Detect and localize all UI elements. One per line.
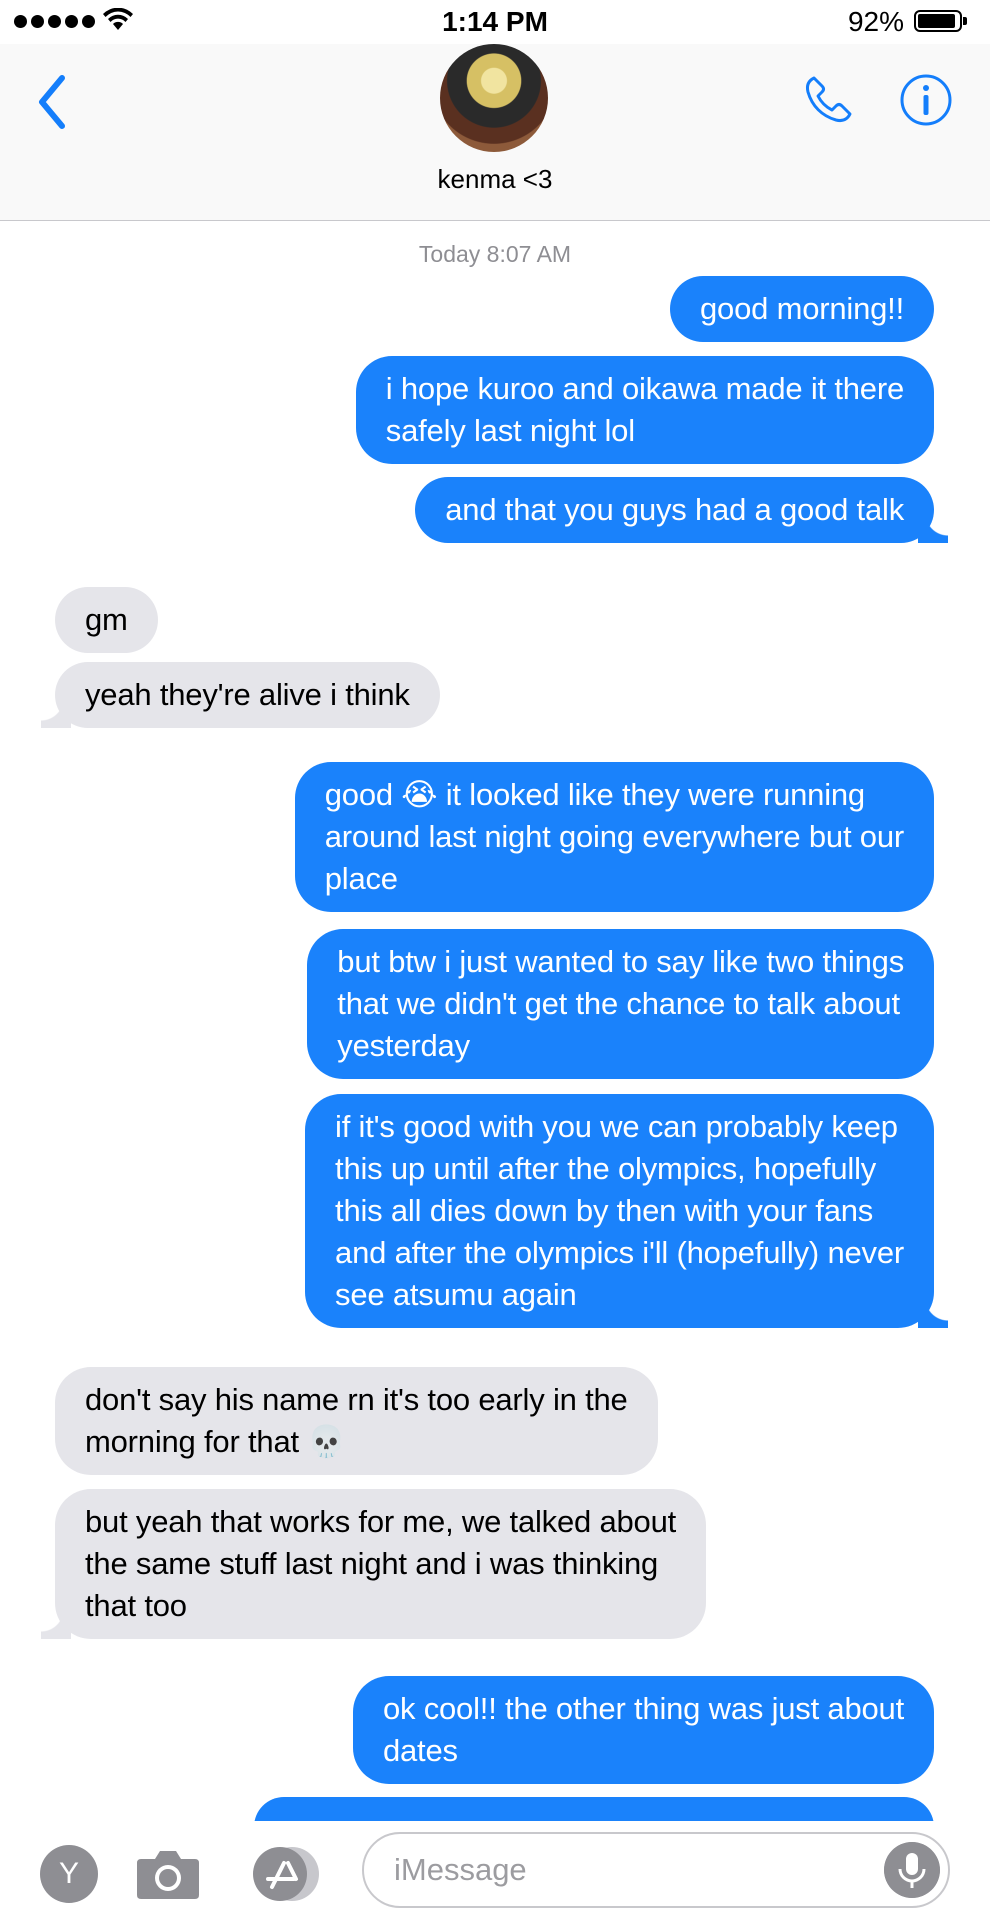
y-app-button[interactable]: Y (40, 1845, 98, 1903)
chevron-left-icon[interactable] (30, 70, 74, 134)
message-bubble-outgoing-partial[interactable] (254, 1797, 934, 1821)
message-bubble-outgoing[interactable]: ok cool!! the other thing was just about… (352, 1676, 934, 1784)
message-bubble-incoming[interactable]: gm (55, 587, 158, 653)
camera-icon[interactable] (135, 1845, 201, 1901)
message-bubble-outgoing[interactable]: good morning!! (670, 276, 934, 342)
status-bar: 1:14 PM 92% (0, 0, 990, 44)
message-bubble-outgoing[interactable]: i hope kuroo and oikawa made it there sa… (355, 356, 934, 464)
message-bubble-outgoing[interactable]: if it's good with you we can probably ke… (305, 1094, 948, 1328)
info-icon[interactable] (898, 72, 954, 128)
input-placeholder: iMessage (394, 1852, 527, 1887)
message-bubble-outgoing[interactable]: good 😭 it looked like they were running … (294, 762, 934, 912)
imessage-input[interactable]: iMessage (362, 1832, 950, 1908)
status-time: 1:14 PM (442, 6, 548, 37)
microphone-icon[interactable] (884, 1842, 940, 1898)
message-bubble-incoming[interactable]: yeah they're alive i think (41, 662, 440, 728)
thread-timestamp: Today 8:07 AM (418, 241, 572, 267)
app-store-icon[interactable] (250, 1845, 326, 1903)
avatar[interactable] (440, 44, 548, 152)
message-bubble-incoming[interactable]: don't say his name rn it's too early in … (55, 1367, 658, 1475)
message-thread: Today 8:07 AM good morning!! i hope kuro… (0, 221, 990, 1821)
message-bubble-outgoing[interactable]: and that you guys had a good talk (415, 477, 948, 543)
battery-icon (914, 10, 967, 32)
message-bubble-incoming[interactable]: but yeah that works for me, we talked ab… (40, 1489, 707, 1639)
phone-icon[interactable] (800, 72, 856, 128)
contact-name[interactable]: kenma <3 (0, 164, 990, 195)
conversation-header: kenma <3 (0, 44, 990, 221)
message-bubble-outgoing[interactable]: but btw i just wanted to say like two th… (307, 929, 934, 1079)
message-input-bar: Y iMessage (0, 1822, 990, 1920)
battery-percent: 92% (847, 6, 904, 37)
